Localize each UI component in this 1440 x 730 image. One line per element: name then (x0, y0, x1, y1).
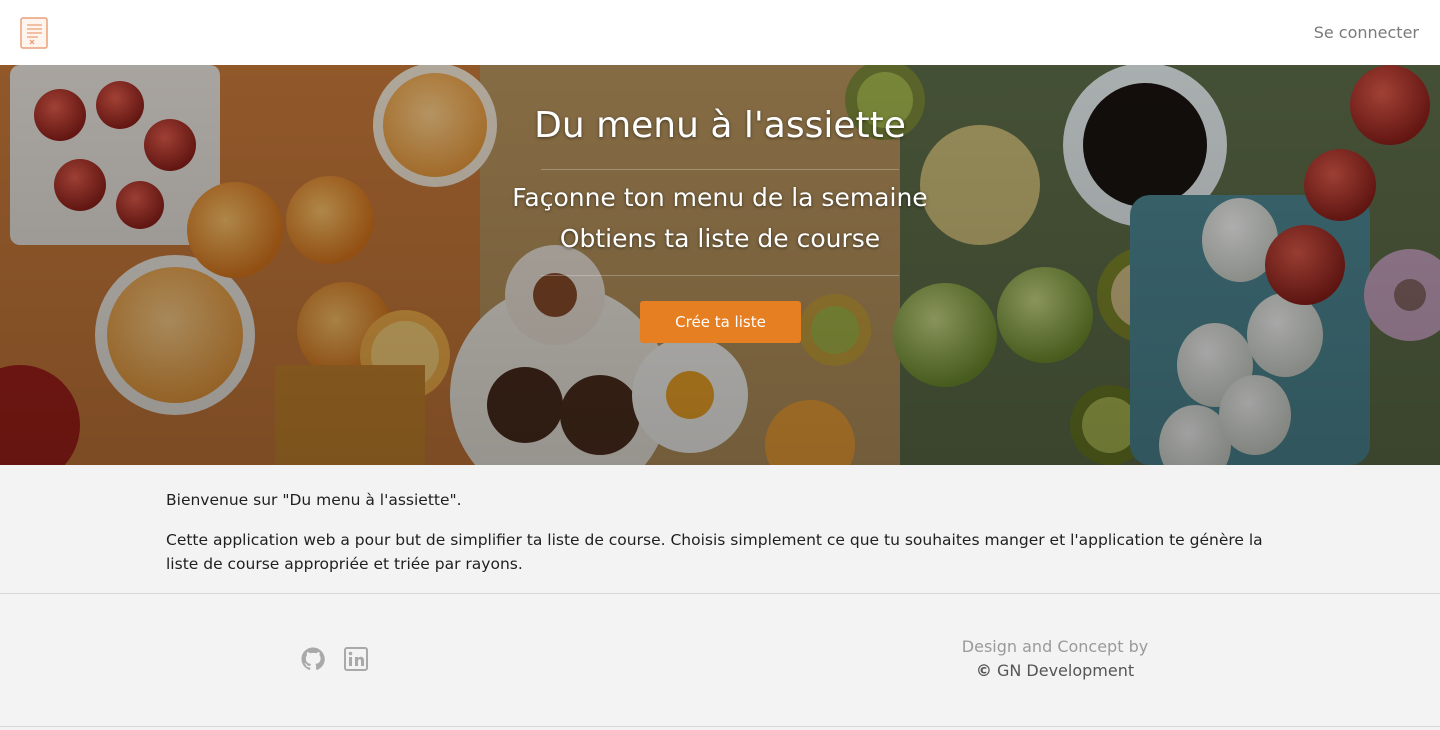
description-text: Cette application web a pour but de simp… (166, 531, 1263, 573)
intro-section: Bienvenue sur "Du menu à l'assiette". Ce… (166, 488, 1286, 592)
linkedin-icon[interactable] (344, 647, 368, 671)
hero-subtitle-line2: Obtiens ta liste de course (559, 224, 881, 253)
credits: Design and Concept by © GN Development (900, 635, 1210, 683)
github-icon[interactable] (301, 647, 325, 671)
navbar: Se connecter (0, 0, 1440, 65)
hero-subtitle-line1: Façonne ton menu de la semaine (512, 183, 928, 212)
shopping-list-logo-icon[interactable] (20, 16, 48, 49)
credits-label: Design and Concept by (961, 637, 1149, 656)
hero-content: Du menu à l'assiette Façonne ton menu de… (0, 65, 1440, 465)
copyright-icon: © (975, 661, 992, 680)
credits-company-line: © GN Development (900, 659, 1210, 683)
credits-company: GN Development (996, 661, 1135, 680)
login-link[interactable]: Se connecter (1314, 23, 1419, 42)
social-links (301, 647, 368, 671)
hero-divider-bottom (541, 275, 899, 276)
create-list-button[interactable]: Crée ta liste (640, 301, 801, 343)
welcome-text: Bienvenue sur "Du menu à l'assiette". (166, 491, 462, 509)
footer: Design and Concept by © GN Development (0, 593, 1440, 727)
hero-divider-top (541, 169, 899, 170)
hero-title: Du menu à l'assiette (534, 105, 906, 146)
hero-banner: Du menu à l'assiette Façonne ton menu de… (0, 65, 1440, 465)
